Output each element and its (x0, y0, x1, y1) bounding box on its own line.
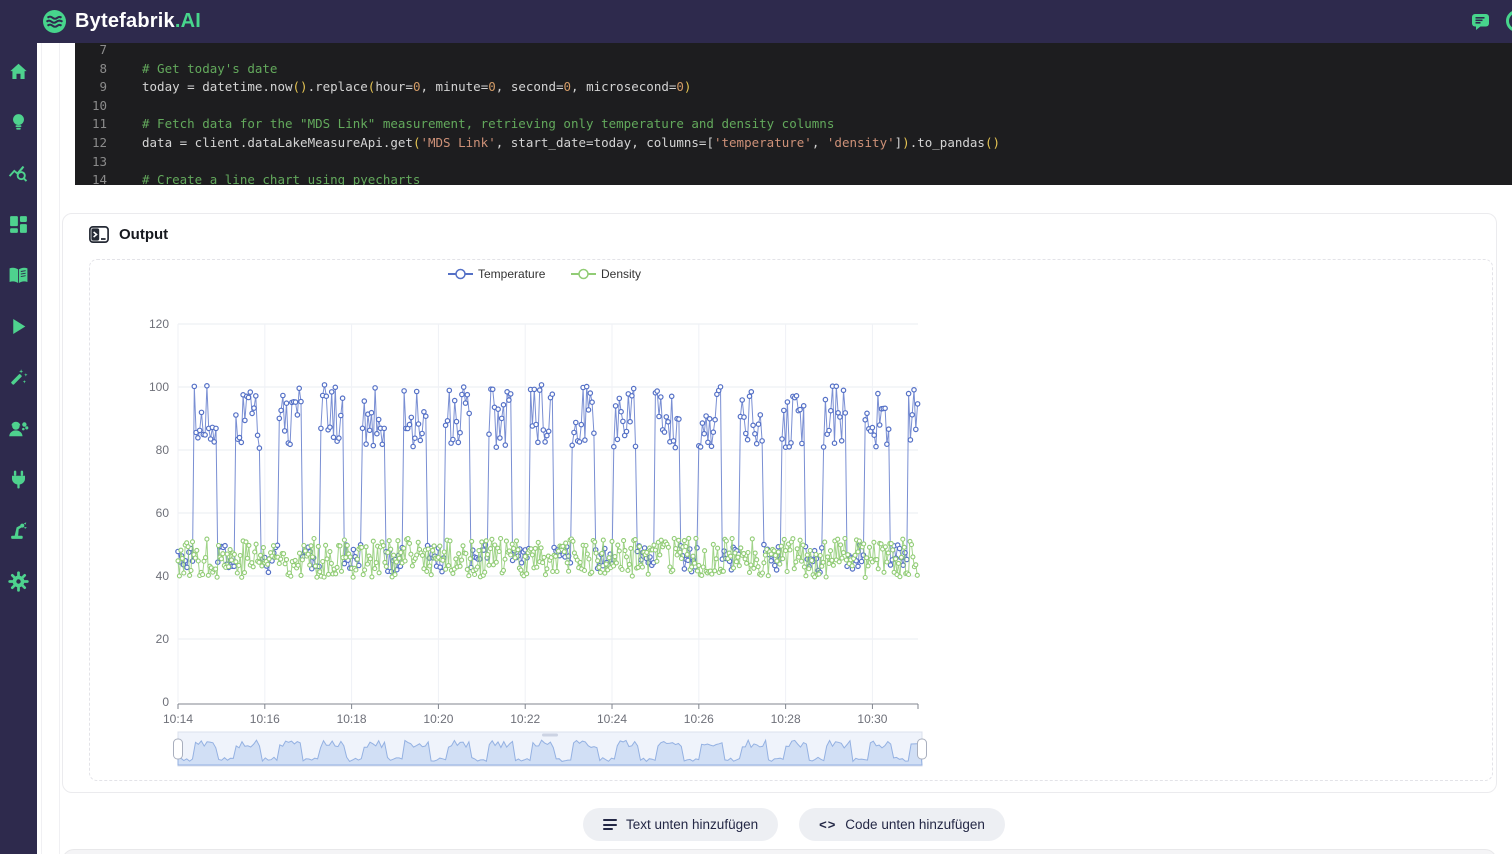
y-axis-labels: 0 20 40 60 80 100 120 (149, 317, 169, 709)
terminal-icon (89, 226, 109, 243)
svg-text:0: 0 (162, 695, 169, 709)
cell-border-line-2 (59, 43, 60, 854)
chat-icon[interactable] (1471, 12, 1490, 31)
svg-text:60: 60 (156, 506, 170, 520)
series-temperature (175, 382, 921, 576)
chart-legend: Temperature Density (448, 267, 641, 281)
topbar: Bytefabrik.AI (0, 0, 1512, 43)
svg-text:Density: Density (601, 267, 641, 281)
legend-item-density[interactable]: Density (571, 267, 641, 281)
sidebar (0, 43, 37, 854)
svg-text:40: 40 (156, 569, 170, 583)
svg-text:Temperature: Temperature (478, 267, 546, 281)
sidebar-item-settings[interactable] (8, 570, 30, 592)
code-brackets-icon: <> (819, 817, 837, 832)
logo-icon (43, 10, 66, 33)
svg-text:10:28: 10:28 (771, 712, 801, 726)
svg-text:20: 20 (156, 632, 170, 646)
avatar[interactable] (1506, 10, 1512, 32)
add-code-button[interactable]: <> Code unten hinzufügen (799, 808, 1005, 841)
series-density (175, 535, 920, 581)
svg-text:100: 100 (149, 380, 169, 394)
sidebar-item-run[interactable] (8, 315, 30, 337)
sidebar-item-connectors[interactable] (8, 468, 30, 490)
code-line[interactable]: 13 (75, 153, 1512, 172)
svg-text:10:16: 10:16 (250, 712, 280, 726)
svg-text:10:30: 10:30 (857, 712, 887, 726)
text-lines-icon (603, 819, 617, 830)
add-text-button[interactable]: Text unten hinzufügen (583, 808, 779, 841)
svg-text:10:20: 10:20 (423, 712, 453, 726)
datazoom-handle-left[interactable] (173, 738, 183, 760)
legend-item-temperature[interactable]: Temperature (448, 267, 546, 281)
code-line[interactable]: 11 # Fetch data for the "MDS Link" measur… (75, 115, 1512, 134)
svg-text:10:24: 10:24 (597, 712, 627, 726)
code-line[interactable]: 7 (75, 43, 1512, 60)
add-code-label: Code unten hinzufügen (845, 817, 985, 832)
svg-text:120: 120 (149, 317, 169, 331)
output-chart: 0 20 40 60 80 100 120 10:14 10:16 10:18 10:20 10:22… (149, 267, 927, 767)
sidebar-item-dashboard[interactable] (8, 213, 30, 235)
sidebar-item-home[interactable] (8, 60, 30, 82)
brand-name: Bytefabrik.AI (75, 10, 201, 32)
add-text-label: Text unten hinzufügen (626, 817, 759, 832)
cell-border-line (41, 43, 42, 854)
sidebar-item-team[interactable] (8, 417, 30, 439)
sidebar-item-automation[interactable] (8, 366, 30, 388)
code-line[interactable]: 8 # Get today's date (75, 60, 1512, 79)
chart-grid (177, 323, 918, 702)
code-editor[interactable]: 7 8 # Get today's date 9 today = datetime.no… (75, 43, 1512, 185)
x-axis (177, 703, 919, 709)
output-title: Output (119, 226, 169, 243)
app-window: Bytefabrik.AI 7 8 # Get today's date 9 t… (0, 0, 1512, 854)
svg-text:10:18: 10:18 (337, 712, 367, 726)
logo[interactable]: Bytefabrik.AI (42, 9, 201, 34)
code-line[interactable]: 9 today = datetime.now() .replace(hour= 0, … (75, 78, 1512, 97)
cell-actions: Text unten hinzufügen <> Code unten hinz… (583, 808, 1005, 841)
sidebar-item-analytics[interactable] (8, 162, 30, 184)
output-body: 0 20 40 60 80 100 120 10:14 10:16 10:18 10:20 10:22… (89, 259, 1493, 781)
sidebar-item-ideas[interactable] (8, 111, 30, 133)
sidebar-item-machines[interactable] (8, 519, 30, 541)
code-lines: 7 8 # Get today's date 9 today = datetime.no… (75, 43, 1512, 185)
svg-text:80: 80 (156, 443, 170, 457)
svg-text:10:14: 10:14 (163, 712, 193, 726)
svg-text:10:22: 10:22 (510, 712, 540, 726)
output-header: Output (89, 226, 168, 243)
datazoom-handle-right[interactable] (917, 738, 927, 760)
output-card: Output 0 20 40 60 80 100 120 10:14 10:16 10:18 10:… (62, 213, 1497, 793)
code-line[interactable]: 10 (75, 97, 1512, 116)
code-line[interactable]: 14 # Create a line chart using pyecharts (75, 171, 1512, 185)
code-line[interactable]: 12 data = client.dataLakeMeasureApi.get('… (75, 134, 1512, 153)
datazoom-slider[interactable] (173, 731, 927, 767)
sidebar-item-docs[interactable] (8, 264, 30, 286)
next-cell[interactable] (62, 849, 1497, 854)
x-axis-labels: 10:14 10:16 10:18 10:20 10:22 10:24 10:26 10:28… (163, 712, 888, 726)
svg-text:10:26: 10:26 (684, 712, 714, 726)
